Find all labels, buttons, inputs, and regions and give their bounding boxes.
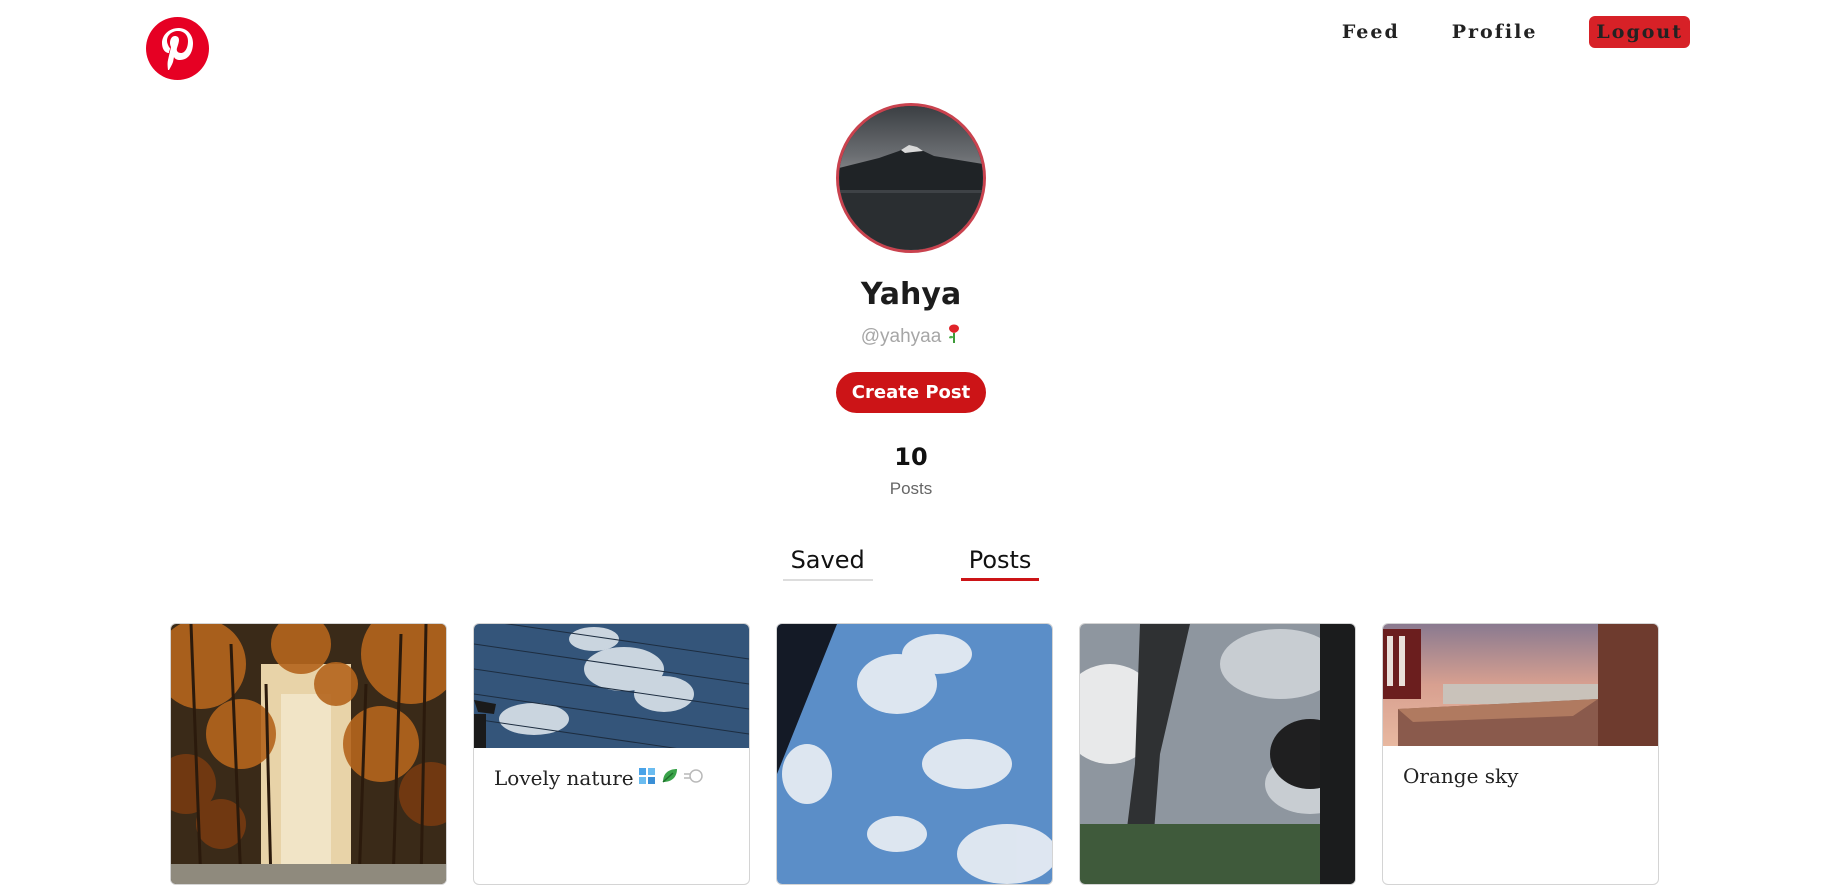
nav-feed-link[interactable]: Feed: [1342, 21, 1400, 43]
windows-icon: [638, 766, 656, 790]
profile-tabs: Saved Posts: [0, 546, 1822, 581]
post-caption-text: Lovely nature: [494, 766, 634, 790]
logout-button[interactable]: Logout: [1589, 16, 1690, 48]
leaf-icon: [660, 766, 680, 790]
handle-text: @yahyaa: [860, 326, 942, 347]
post-card[interactable]: Orange sky: [1382, 623, 1659, 885]
avatar: [836, 103, 986, 253]
top-nav: Feed Profile Logout: [1290, 16, 1690, 48]
post-caption: Orange sky: [1383, 746, 1658, 814]
tab-posts[interactable]: Posts: [960, 546, 1040, 581]
post-count: 10: [894, 443, 928, 471]
nav-profile-link[interactable]: Profile: [1452, 21, 1538, 43]
post-card[interactable]: [170, 623, 447, 885]
post-image-tree-sun[interactable]: [1080, 624, 1355, 884]
tab-saved[interactable]: Saved: [782, 546, 873, 581]
post-caption-text: Orange sky: [1403, 764, 1519, 788]
profile-name: Yahya: [860, 277, 962, 312]
wind-icon: [683, 766, 704, 790]
post-card[interactable]: [1079, 623, 1356, 885]
rose-icon: [947, 324, 961, 350]
post-image-autumn-forest[interactable]: [171, 624, 446, 884]
post-card[interactable]: [776, 623, 1053, 885]
post-grid: Lovely nature Orange sky: [170, 623, 1659, 885]
post-caption: Lovely nature: [474, 748, 749, 816]
post-image-sky-reflection[interactable]: [474, 624, 749, 760]
post-image-orange-sky[interactable]: [1383, 624, 1658, 746]
profile-header: Yahya @yahyaa Create Post 10 Posts: [0, 103, 1822, 499]
pinterest-logo-icon[interactable]: [146, 17, 209, 80]
profile-handle: @yahyaa: [0, 324, 1822, 350]
post-image-blue-sky[interactable]: [777, 624, 1052, 884]
post-count-label: Posts: [889, 479, 933, 498]
create-post-button[interactable]: Create Post: [835, 372, 987, 413]
post-card[interactable]: Lovely nature: [473, 623, 750, 885]
